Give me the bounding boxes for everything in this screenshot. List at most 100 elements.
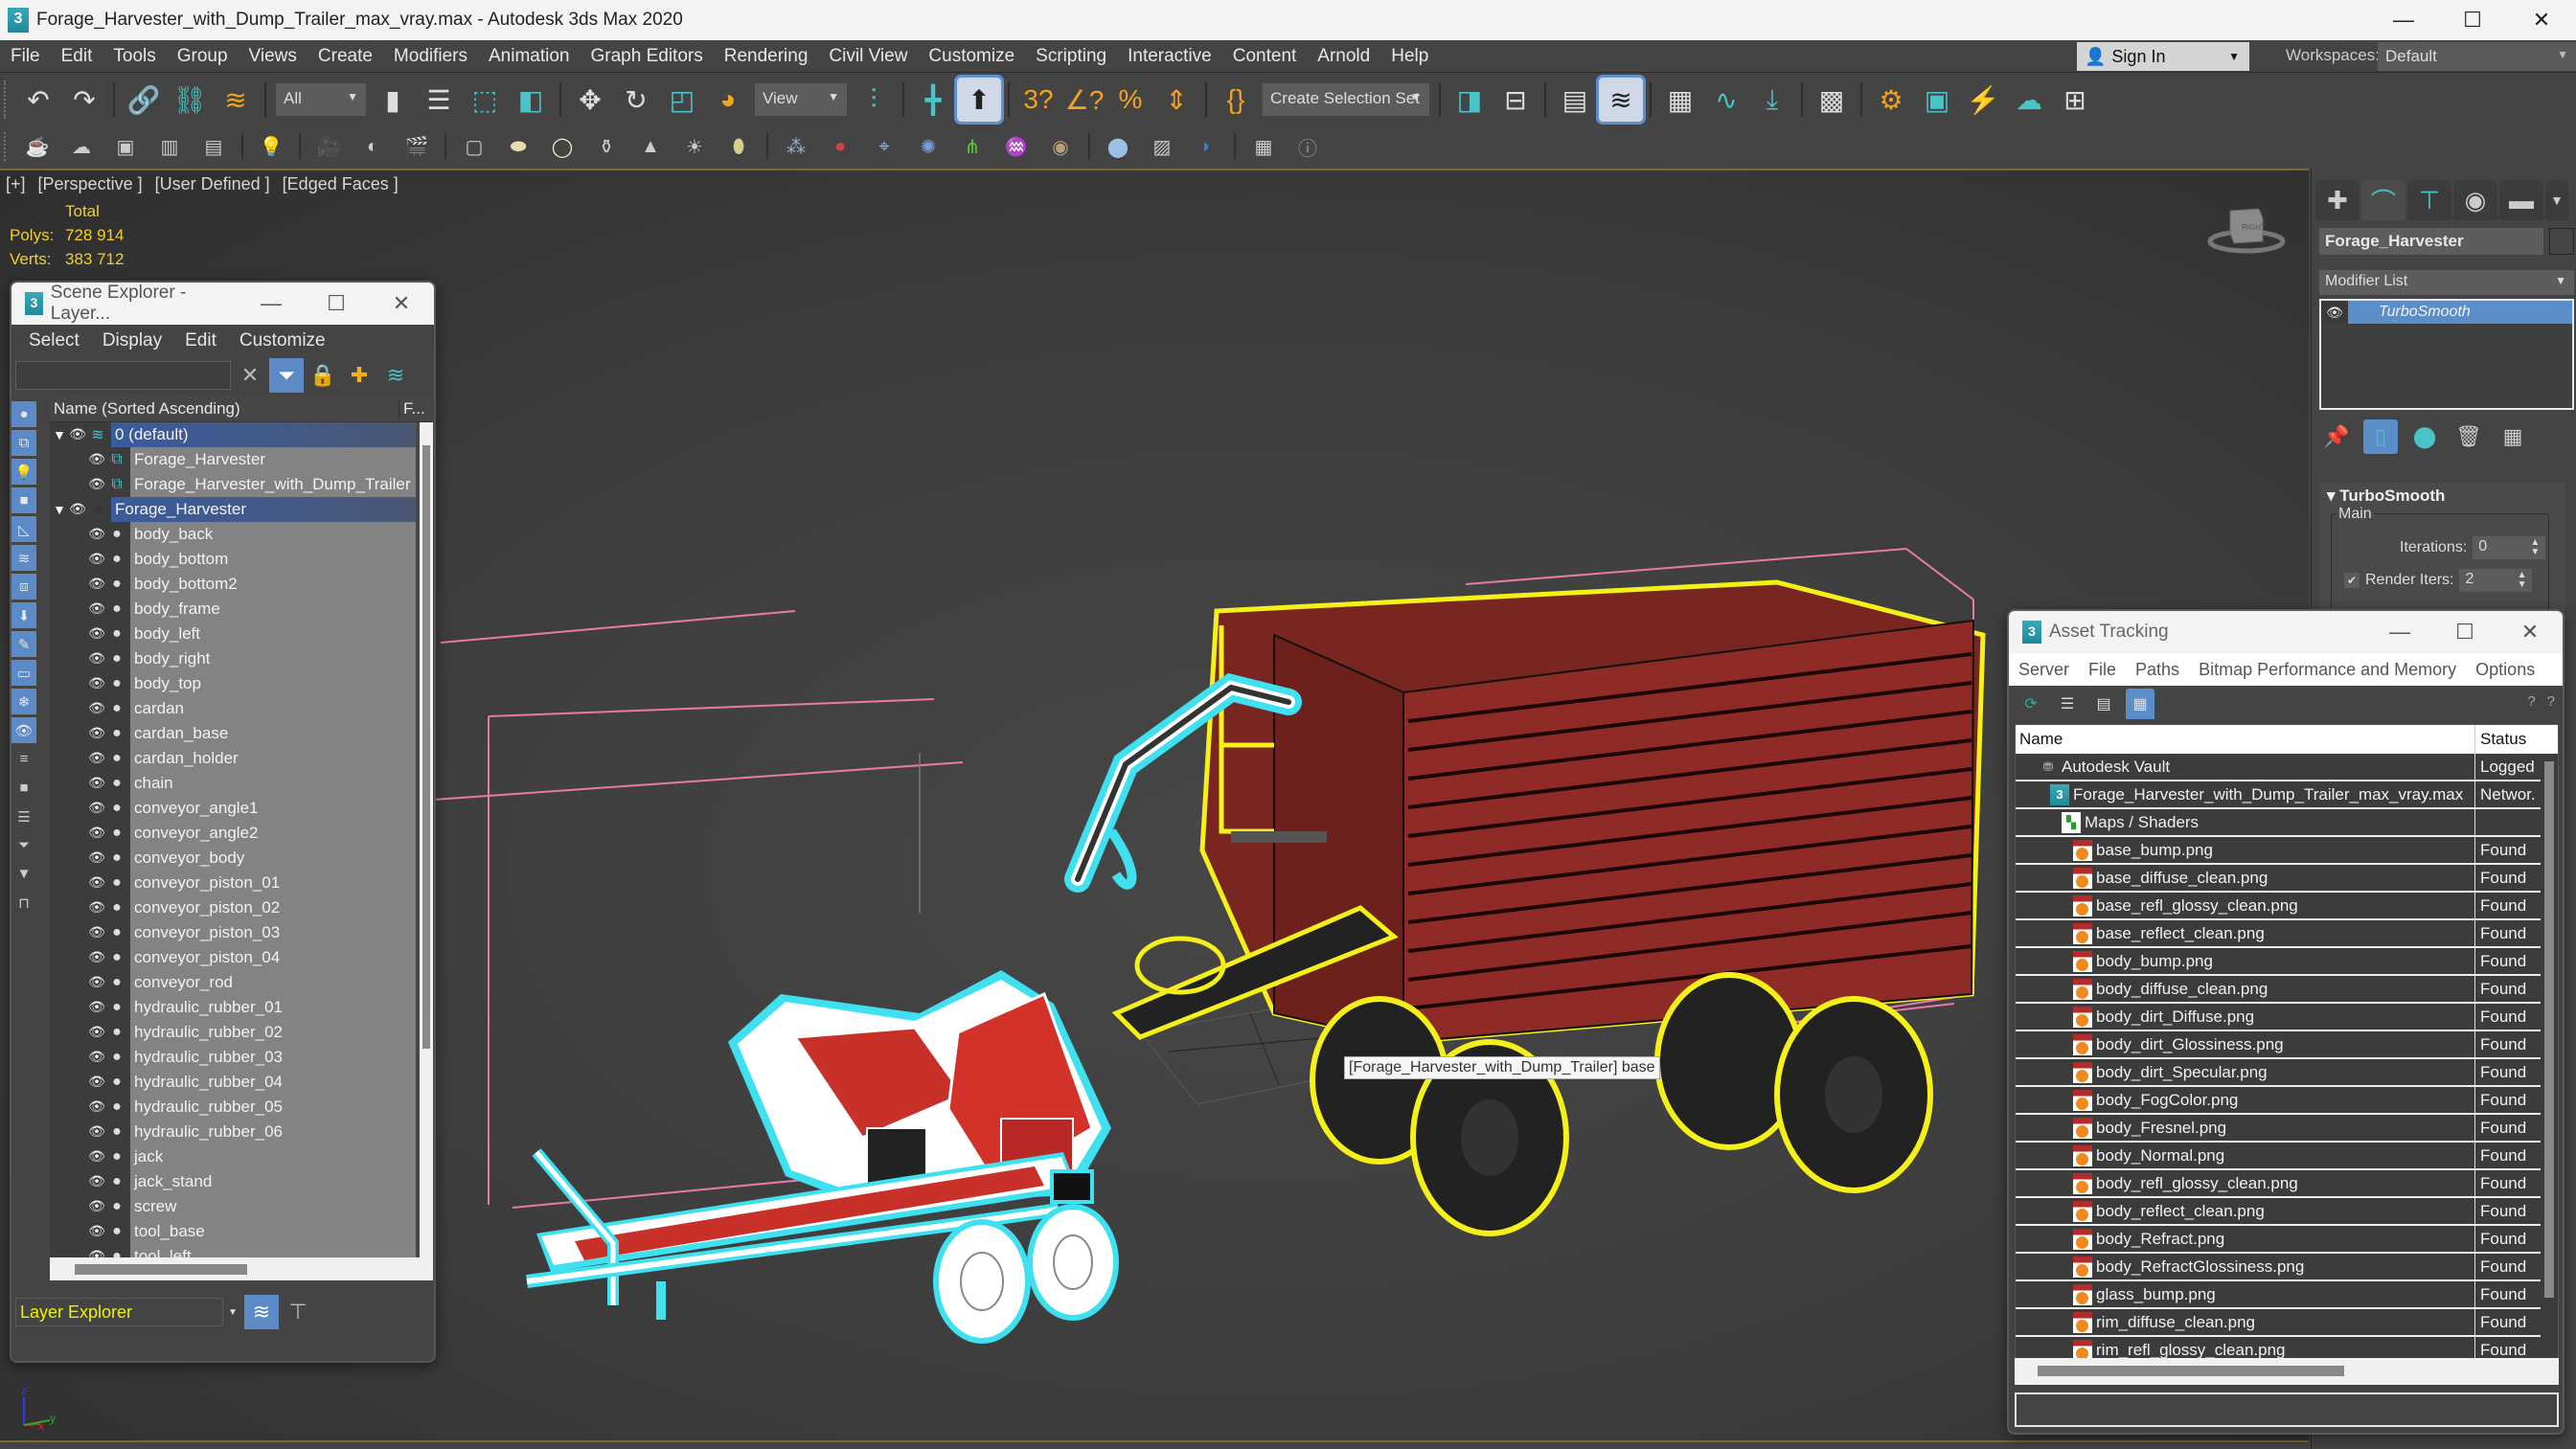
column-status-header[interactable]: Status [2475,730,2526,749]
menu-create[interactable]: Create [308,46,383,67]
move-icon[interactable]: ✥ [568,78,612,122]
shapes-filter-icon[interactable]: ⧉ [11,430,36,456]
object-row[interactable]: 👁●cardan_base✲ [50,720,433,746]
modifier-list-dropdown[interactable]: Modifier List ▼ [2319,270,2574,295]
asset-row[interactable]: base_reflect_clean.png Found [2016,920,2558,948]
filter-selection-icon[interactable]: ⏷ [269,358,304,393]
object-color-swatch[interactable] [2549,228,2574,255]
modifier-stack-item[interactable]: 👁 TurboSmooth [2321,301,2572,324]
eye-icon[interactable]: 👁 [86,874,107,891]
eye-icon[interactable]: 👁 [67,501,88,517]
pivot-center-icon[interactable]: ⫶ [852,78,896,122]
teapot-icon[interactable]: ☕ [19,128,56,165]
material-icon[interactable]: ▣ [107,128,144,165]
scene-explorer-vscrollbar[interactable] [420,422,433,1257]
minimize-button[interactable]: — [2367,620,2432,645]
object-row[interactable]: 👁●hydraulic_rubber_02✲ [50,1019,433,1045]
asset-row[interactable]: ⛃ Autodesk Vault Logged [2016,754,2558,781]
keyboard-shortcut-override-icon[interactable]: ⬆ [954,75,1004,125]
geometry-filter-icon[interactable]: ● [11,401,36,427]
object-row[interactable]: 👁●body_left✲ [50,621,433,646]
eye-icon[interactable]: 👁 [86,600,107,617]
se-menu-select[interactable]: Select [29,330,80,351]
frozen-filter-icon[interactable]: ❄ [11,689,36,714]
iterations-spinner[interactable]: 0 ▲ ▼ [2473,536,2546,559]
scene-explorer-titlebar[interactable]: 3 Scene Explorer - Layer... — ☐ ✕ [11,283,434,325]
grass-icon[interactable]: ⋔ [954,128,991,165]
configure-modifier-sets-icon[interactable]: ▦ [2496,419,2530,454]
asset-row[interactable]: body_dirt_Glossiness.png Found [2016,1031,2558,1059]
object-row[interactable]: 👁●jack_stand✲ [50,1168,433,1194]
sphere-light-icon[interactable]: ◯ [544,128,581,165]
spacewarps-filter-icon[interactable]: ≋ [11,545,36,571]
layer-explorer-icon[interactable]: ≋ [1596,75,1646,125]
asset-row[interactable]: base_diffuse_clean.png Found [2016,865,2558,893]
eye-icon[interactable]: 👁 [86,1223,107,1239]
maximize-button[interactable]: ☐ [304,291,369,316]
object-name-field[interactable]: Forage_Harvester [2319,228,2543,255]
snap-3d-icon[interactable]: 3? [1016,78,1060,122]
eye-icon[interactable]: 👁 [86,775,107,791]
at-menu-options[interactable]: Options [2475,660,2535,680]
eye-icon[interactable]: 👁 [86,849,107,866]
object-row[interactable]: 👁●body_bottom✲ [50,546,433,572]
camera-icon[interactable]: 🎥 [310,128,347,165]
object-row[interactable]: 👁●cardan_holder✲ [50,745,433,771]
toggle-ribbon-icon[interactable]: ▦ [1658,78,1702,122]
eye-icon[interactable]: 👁 [86,576,107,592]
select-object-icon[interactable]: ▮ [371,78,415,122]
asset-row[interactable]: rim_diffuse_clean.png Found [2016,1309,2558,1337]
eye-icon[interactable]: 👁 [86,1173,107,1189]
select-manipulate-icon[interactable]: ╋ [911,78,955,122]
object-row[interactable]: 👁⧉Forage_Harvester✲ [50,446,433,472]
bind-space-warp-icon[interactable]: ≋ [214,78,258,122]
edit-named-sets-icon[interactable]: {} [1214,78,1258,122]
create-tab-icon[interactable]: ✚ [2315,180,2359,220]
asset-row[interactable]: body_diffuse_clean.png Found [2016,976,2558,1004]
eye-icon[interactable]: 👁 [86,1074,107,1090]
fur-icon[interactable]: ⁂ [778,128,814,165]
list-view-icon[interactable]: ☰ [2053,690,2082,718]
align-icon[interactable]: ⊟ [1493,78,1538,122]
add-to-layer-icon[interactable]: ≋ [378,358,413,393]
camera2-icon[interactable]: ◐ [354,128,391,165]
material-editor-icon[interactable]: ▩ [1810,78,1854,122]
fur2-icon[interactable]: ⌖ [866,128,902,165]
eye-icon[interactable]: 👁 [2321,301,2348,324]
column-name-header[interactable]: Name (Sorted Ascending) [54,399,399,419]
object-row[interactable]: 👁●body_top✲ [50,670,433,696]
object-row[interactable]: 👁●screw✲ [50,1193,433,1219]
new-layer-icon[interactable]: ✚ [342,358,376,393]
eye-icon[interactable]: 👁 [86,451,107,467]
eye-icon[interactable]: 👁 [86,924,107,940]
se-menu-display[interactable]: Display [103,330,162,351]
asset-row[interactable]: ▚ Maps / Shaders [2016,809,2558,837]
mirror-icon[interactable]: ◨ [1448,78,1492,122]
asset-row[interactable]: body_FogColor.png Found [2016,1087,2558,1115]
menu-interactive[interactable]: Interactive [1117,46,1222,67]
workspaces-dropdown[interactable]: Default ▼ [2378,42,2576,71]
object-row[interactable]: 👁●body_frame✲ [50,596,433,622]
se-menu-customize[interactable]: Customize [239,330,326,351]
groups-filter-icon[interactable]: ⧈ [11,574,36,600]
help-icon[interactable]: ⓘ [1289,128,1326,165]
object-row[interactable]: 👁●hydraulic_rubber_01✲ [50,994,433,1020]
minimize-button[interactable]: — [2369,0,2438,40]
object-row[interactable]: 👁●tool_base✲ [50,1218,433,1244]
menu-scripting[interactable]: Scripting [1025,46,1117,67]
eye-icon[interactable]: 👁 [86,800,107,816]
window-crossing-icon[interactable]: ◧ [509,78,553,122]
explorer-type-dropdown[interactable]: Layer Explorer [15,1298,223,1326]
column-name-header[interactable]: Name [2016,725,2475,754]
menu-animation[interactable]: Animation [478,46,581,67]
display-tab-icon[interactable]: ▬ [2499,180,2543,220]
menu-file[interactable]: File [0,46,51,67]
placement-icon[interactable]: ◕ [706,78,750,122]
select-invert-icon[interactable]: ☰ [11,804,36,829]
schematic-view-icon[interactable]: ⤓ [1750,78,1794,122]
at-menu-file[interactable]: File [2088,660,2116,680]
show-end-result-icon[interactable]: ▯ [2363,419,2398,454]
viewcube[interactable]: RIGHT [2203,199,2290,257]
eye-icon[interactable]: 👁 [86,1248,107,1257]
menu-customize[interactable]: Customize [918,46,1025,67]
